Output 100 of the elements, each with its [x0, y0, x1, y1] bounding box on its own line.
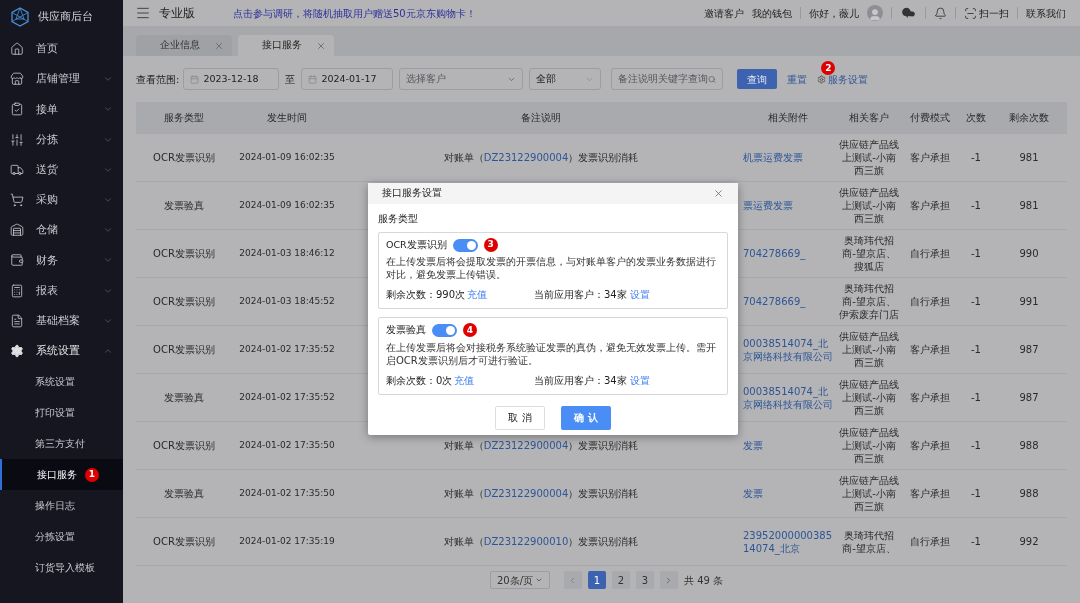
menu-icon[interactable]: [135, 5, 151, 21]
column-header: 备注说明: [521, 110, 561, 125]
table-cell-text: 2024-01-02 17:35:50: [239, 438, 335, 452]
calculator-icon: [10, 283, 24, 298]
sidebar-item[interactable]: 送货: [0, 154, 123, 185]
header-link[interactable]: 我的钱包: [752, 5, 792, 21]
page-button[interactable]: 3: [635, 571, 654, 589]
sidebar-item[interactable]: 首页: [0, 34, 123, 65]
attachment-link[interactable]: 发票: [743, 439, 763, 452]
attachment-link[interactable]: 机票运费发票: [743, 151, 803, 164]
submenu-item[interactable]: 接口服务 1: [0, 459, 123, 491]
caret-icon: [534, 576, 543, 584]
bell-icon[interactable]: [934, 6, 947, 20]
sidebar-item[interactable]: 接单: [0, 94, 123, 125]
date-field[interactable]: 2023-12-18: [183, 68, 280, 90]
attachment-link[interactable]: 704278669_: [743, 295, 806, 308]
table-cell-text: 988: [1019, 487, 1039, 501]
close-icon[interactable]: [214, 40, 224, 51]
attachment-link[interactable]: 704278669_: [743, 247, 806, 260]
table-cell-text: 2024-01-02 17:35:19: [239, 534, 335, 548]
column-header: 发生时间: [267, 110, 307, 125]
sidebar-item[interactable]: 仓储: [0, 215, 123, 246]
to-label: 至: [284, 72, 297, 87]
recharge-link[interactable]: 充值: [454, 372, 475, 388]
attachment-link[interactable]: 00038514074_北京网络科技有限公司: [743, 336, 836, 363]
table-cell-text: 奥琦玮代招商-望京店、搜狐店: [841, 234, 897, 273]
submenu-item[interactable]: 订货导入模板: [0, 552, 123, 584]
table-cell-text: -1: [971, 535, 981, 549]
sidebar-item[interactable]: 财务: [0, 245, 123, 276]
number-badge: 4: [463, 323, 477, 338]
statement-link[interactable]: DZ23122900004: [483, 440, 569, 451]
page-size-select[interactable]: 20条/页: [489, 571, 550, 589]
type-select[interactable]: 全部: [529, 68, 602, 90]
sidebar-item[interactable]: 报表: [0, 275, 123, 306]
submenu-item[interactable]: 系统设置: [0, 366, 123, 398]
contact-link[interactable]: 联系我们: [1026, 5, 1066, 21]
setup-link[interactable]: 设置: [629, 372, 650, 388]
table-cell-text: 客户承担: [910, 391, 950, 405]
table-cell-text: 2024-01-09 16:02:35: [239, 150, 335, 164]
reset-link[interactable]: 重置: [787, 71, 808, 87]
toggle-switch[interactable]: [432, 323, 457, 337]
table-cell-text: -1: [971, 439, 981, 453]
close-icon[interactable]: [316, 40, 326, 51]
statement-link[interactable]: DZ23122900004: [483, 152, 569, 163]
table-cell-text: 客户承担: [910, 439, 950, 453]
table-cell-text: -1: [971, 391, 981, 405]
sidebar-item[interactable]: 采购: [0, 184, 123, 216]
date-field[interactable]: 2024-01-17: [301, 68, 394, 90]
store-icon: [10, 72, 24, 87]
statement-link[interactable]: DZ23122900010: [483, 536, 569, 547]
table-cell-text: 发票验真: [164, 199, 204, 213]
submenu-item[interactable]: 打印设置: [0, 397, 123, 429]
column-header: 服务类型: [164, 110, 204, 125]
table-cell-text: 2024-01-02 17:35:50: [239, 486, 335, 500]
submenu-item[interactable]: 分拣设置: [0, 521, 123, 553]
table-cell-text: 992: [1019, 535, 1039, 549]
page-button[interactable]: 1: [587, 571, 606, 589]
setup-link[interactable]: 设置: [629, 287, 650, 303]
cart-icon: [10, 193, 24, 208]
scan-link[interactable]: 扫一扫: [979, 5, 1009, 21]
attachment-link[interactable]: 00038514074_北京网络科技有限公司: [743, 384, 836, 411]
statement-link[interactable]: DZ23122900004: [483, 488, 569, 499]
sidebar-item[interactable]: 基础档案: [0, 305, 123, 336]
number-badge: 2: [821, 61, 836, 76]
sidebar-item[interactable]: 系统设置: [0, 335, 123, 367]
table-cell-text: 自行承担: [910, 295, 950, 309]
service-name: OCR发票识别: [386, 238, 447, 252]
page-tab[interactable]: 企业信息: [136, 35, 232, 56]
toggle-switch[interactable]: [452, 238, 478, 252]
remaining-count: 剩余次数：990次: [386, 288, 466, 303]
sidebar-item[interactable]: 分拣: [0, 124, 123, 155]
attachment-link[interactable]: 发票: [743, 487, 763, 500]
table-cell-text: 987: [1019, 391, 1039, 405]
table-cell-text: OCR发票识别: [153, 343, 215, 357]
attachment-link[interactable]: 票运费发票: [743, 199, 793, 212]
close-icon[interactable]: [713, 188, 724, 199]
scan-icon[interactable]: [964, 6, 977, 20]
page-button[interactable]: 2: [611, 571, 630, 589]
search-field[interactable]: 备注说明关键字查询: [611, 68, 724, 90]
table-cell-text: 对账单（DZ23122900010）发票识别消耗: [443, 535, 639, 549]
submenu-item[interactable]: 操作日志: [0, 490, 123, 522]
table-cell-text: -1: [971, 151, 981, 165]
submenu-item[interactable]: 第三方支付: [0, 428, 123, 460]
table-cell-text: 987: [1019, 343, 1039, 357]
customer-select[interactable]: 选择客户: [399, 68, 524, 90]
table-cell: 供应链产品线上测试-小南西三旗: [838, 474, 900, 513]
table-cell-text: -1: [971, 343, 981, 357]
attachment-link[interactable]: 2395200000038514074_北京: [743, 528, 836, 555]
recharge-link[interactable]: 充值: [467, 287, 488, 303]
number-badge: 3: [483, 238, 498, 253]
avatar[interactable]: [867, 5, 883, 21]
brand-title: 供应商后台: [38, 8, 93, 25]
page-tab[interactable]: 接口服务: [238, 35, 334, 56]
cancel-button[interactable]: 取 消: [495, 405, 545, 430]
header-link[interactable]: 邀请客户: [704, 5, 744, 21]
promo-link[interactable]: 点击参与调研，将随机抽取用户赠送50元京东购物卡！: [233, 5, 476, 21]
sidebar-item[interactable]: 店铺管理: [0, 64, 123, 95]
table-cell-text: 发票验真: [164, 487, 204, 501]
dialog-title: 接口服务设置: [382, 186, 442, 201]
query-button[interactable]: 查询: [737, 69, 778, 89]
